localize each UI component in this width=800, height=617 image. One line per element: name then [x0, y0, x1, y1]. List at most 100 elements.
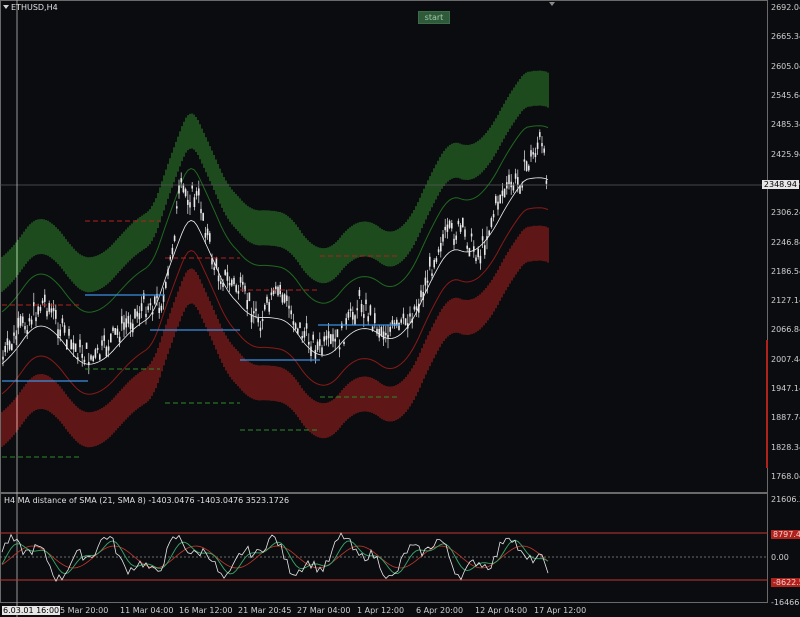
indicator-axis-label: 0.00: [771, 553, 789, 562]
time-axis-label: 12 Apr 04:00: [475, 606, 528, 615]
candle-body: [475, 257, 477, 261]
candle-body: [536, 142, 539, 149]
candle-body: [202, 212, 204, 221]
candle-body: [57, 329, 59, 339]
candle-body: [112, 327, 114, 331]
candle-body: [171, 247, 174, 255]
candle-body: [125, 318, 127, 328]
candle-body: [349, 308, 352, 311]
time-axis-label: 16 Mar 12:00: [179, 606, 233, 615]
candle-body: [224, 270, 226, 275]
candle-body: [59, 329, 61, 337]
indicator-axis-label: 21606.34: [771, 495, 800, 504]
candle-body: [94, 349, 97, 358]
price-chart[interactable]: [0, 0, 800, 617]
candle-body: [308, 341, 310, 345]
candle-body: [48, 303, 50, 312]
candle-body: [121, 316, 123, 324]
candle-body: [486, 236, 488, 240]
candle-body: [264, 304, 266, 310]
candle-body: [411, 318, 413, 323]
candle-body: [389, 326, 391, 332]
candle-body: [532, 152, 534, 155]
candle-body: [90, 355, 92, 360]
candle-body: [226, 272, 229, 281]
candle-body: [160, 305, 163, 311]
candle-body: [477, 248, 479, 258]
candle-body: [499, 194, 501, 204]
axis-red-marker: [766, 340, 768, 468]
candle-body: [545, 180, 548, 184]
candle-body: [459, 225, 462, 232]
candle-body: [490, 218, 493, 228]
candle-body: [354, 315, 356, 325]
candle-body: [367, 316, 369, 322]
candle-body: [294, 323, 297, 330]
candle-body: [30, 319, 33, 325]
candle-body: [22, 316, 24, 324]
candle-body: [286, 295, 288, 301]
candle-body: [382, 331, 385, 340]
candle-body: [33, 302, 35, 307]
candle-body: [468, 247, 471, 257]
candle-body: [193, 197, 196, 207]
candle-body: [283, 294, 286, 303]
candle-body: [525, 161, 528, 171]
candle-body: [250, 314, 253, 323]
candle-body: [215, 258, 218, 268]
candle-body: [242, 281, 244, 285]
candle-body: [319, 339, 321, 346]
candle-body: [198, 188, 200, 196]
candle-body: [338, 347, 341, 350]
candle-body: [321, 347, 323, 355]
candle-body: [512, 184, 515, 191]
candle-body: [35, 317, 37, 322]
candle-body: [369, 305, 372, 315]
candle-body: [233, 277, 235, 285]
candle-body: [88, 361, 90, 366]
candle-body: [116, 328, 119, 335]
candle-body: [407, 323, 409, 329]
candle-body: [149, 303, 152, 306]
candle-body: [470, 233, 473, 237]
candle-body: [85, 342, 88, 349]
candle-body: [332, 334, 334, 342]
candle-body: [413, 306, 416, 310]
time-axis-label: 21 Mar 20:45: [238, 606, 292, 615]
candle-body: [455, 235, 457, 240]
candle-body: [334, 338, 336, 342]
candle-body: [72, 342, 75, 350]
candle-body: [268, 302, 270, 312]
candle-body: [312, 334, 314, 340]
candle-body: [457, 220, 460, 225]
candle-body: [189, 202, 191, 208]
time-axis-label: 6.03.01 16:00: [2, 606, 61, 615]
candle-body: [180, 178, 182, 183]
candle-body: [154, 296, 156, 304]
candle-body: [191, 185, 193, 189]
candle-body: [101, 340, 103, 346]
candle-body: [374, 313, 376, 324]
candle-body: [83, 359, 86, 363]
candle-body: [136, 311, 138, 317]
candle-body: [433, 260, 435, 268]
indicator-axis-label: -8622.53: [771, 578, 800, 587]
candle-body: [404, 318, 407, 326]
price-axis-label: 2306.24: [771, 208, 800, 218]
candle-body: [222, 282, 224, 287]
time-axis-label: 1 Apr 12:00: [357, 606, 405, 615]
candle-body: [26, 330, 28, 334]
candle-body: [103, 335, 105, 341]
candle-body: [501, 190, 504, 196]
candle-body: [530, 150, 532, 157]
candle-body: [138, 313, 141, 320]
candle-body: [66, 339, 68, 350]
candle-body: [275, 286, 277, 290]
candle-body: [79, 339, 81, 348]
candle-body: [380, 327, 383, 336]
candle-body: [255, 308, 257, 312]
candle-body: [426, 280, 429, 283]
candle-body: [39, 306, 42, 311]
candle-body: [52, 308, 55, 312]
time-axis-label: 17 Apr 12:00: [534, 606, 587, 615]
